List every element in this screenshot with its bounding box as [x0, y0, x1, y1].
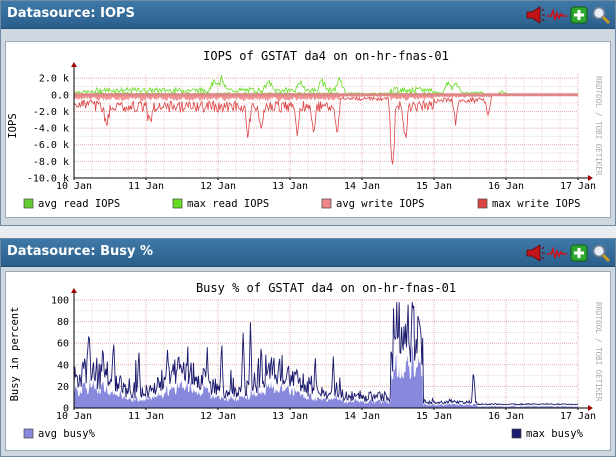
y-tick-label: 40	[57, 360, 69, 371]
x-tick-label: 14 Jan	[344, 181, 380, 192]
y-tick-label: 60	[57, 339, 69, 350]
y-tick-label: -8.0 k	[33, 157, 69, 168]
legend-swatch	[321, 198, 332, 209]
chart-title: IOPS of GSTAT da4 on on-hr-fnas-01	[203, 49, 449, 63]
legend-label: max busy%	[526, 428, 584, 440]
y-tick-label: 20	[57, 382, 69, 393]
legend-label: max read IOPS	[187, 198, 269, 210]
x-tick-label: 16 Jan	[488, 181, 524, 192]
y-tick-label: -4.0 k	[33, 124, 69, 135]
legend-label: max write IOPS	[492, 198, 581, 210]
y-axis-arrow	[71, 62, 77, 67]
zoom-icon[interactable]	[591, 5, 611, 25]
x-tick-label: 11 Jan	[128, 181, 164, 192]
iops-panel-header: Datasource: IOPS	[1, 1, 615, 29]
legend-swatch	[23, 198, 34, 209]
legend-label: avg busy%	[38, 428, 96, 440]
y-tick-label: -2.0 k	[33, 107, 69, 118]
iops-graph: IOPS of GSTAT da4 on on-hr-fnas-01 IOPS RR…	[5, 41, 611, 218]
x-tick-label: 12 Jan	[200, 411, 236, 422]
legend-swatch	[511, 428, 522, 439]
busy-panel: Datasource: Busy % Busy % of GSTAT da4 o…	[0, 238, 616, 457]
y-tick-label: 0.0	[51, 90, 69, 101]
x-tick-label: 17 Jan	[560, 411, 596, 422]
y-axis-label: IOPS	[7, 113, 19, 138]
busy-panel-title: Datasource: Busy %	[7, 244, 154, 259]
x-tick-label: 14 Jan	[344, 411, 380, 422]
rrdtool-watermark: RRDTOOL / TOBI OETIKER	[594, 302, 603, 402]
add-icon[interactable]	[569, 5, 589, 25]
iops-panel: Datasource: IOPS IOPS of GSTAT da4 on on…	[0, 0, 616, 226]
iops-chart: IOPS of GSTAT da4 on on-hr-fnas-01 IOPS RR…	[7, 49, 603, 210]
y-axis-arrow	[71, 288, 77, 293]
rrdtool-watermark: RRDTOOL / TOBI OETIKER	[594, 76, 603, 176]
busy-graph: Busy % of GSTAT da4 on on-hr-fnas-01 Busy…	[5, 271, 611, 451]
legend-label: avg write IOPS	[336, 198, 425, 210]
y-tick-label: -6.0 k	[33, 140, 69, 151]
chart-title: Busy % of GSTAT da4 on on-hr-fnas-01	[196, 281, 456, 295]
busy-chart: Busy % of GSTAT da4 on on-hr-fnas-01 Busy…	[9, 281, 603, 440]
x-tick-label: 15 Jan	[416, 181, 452, 192]
sparkline-icon[interactable]	[547, 5, 567, 25]
busy-toolbar	[525, 243, 611, 263]
y-tick-label: 80	[57, 317, 69, 328]
x-tick-label: 15 Jan	[416, 411, 452, 422]
x-tick-label: 10 Jan	[56, 181, 92, 192]
add-icon[interactable]	[569, 243, 589, 263]
x-tick-label: 13 Jan	[272, 411, 308, 422]
legend-swatch	[172, 198, 183, 209]
sparkline-icon[interactable]	[547, 243, 567, 263]
x-tick-label: 10 Jan	[56, 411, 92, 422]
x-tick-label: 16 Jan	[488, 411, 524, 422]
alert-horn-icon[interactable]	[525, 5, 545, 25]
legend-swatch	[477, 198, 488, 209]
alert-horn-icon[interactable]	[525, 243, 545, 263]
y-axis-label: Busy in percent	[9, 307, 21, 402]
iops-panel-title: Datasource: IOPS	[7, 6, 135, 21]
x-tick-label: 11 Jan	[128, 411, 164, 422]
zoom-icon[interactable]	[591, 243, 611, 263]
busy-panel-header: Datasource: Busy %	[1, 239, 615, 267]
y-tick-label: 100	[51, 296, 69, 307]
x-tick-label: 12 Jan	[200, 181, 236, 192]
x-tick-label: 17 Jan	[560, 181, 596, 192]
y-tick-label: 2.0 k	[39, 74, 69, 85]
iops-toolbar	[525, 5, 611, 25]
legend-swatch	[23, 428, 34, 439]
legend-label: avg read IOPS	[38, 198, 120, 210]
x-tick-label: 13 Jan	[272, 181, 308, 192]
